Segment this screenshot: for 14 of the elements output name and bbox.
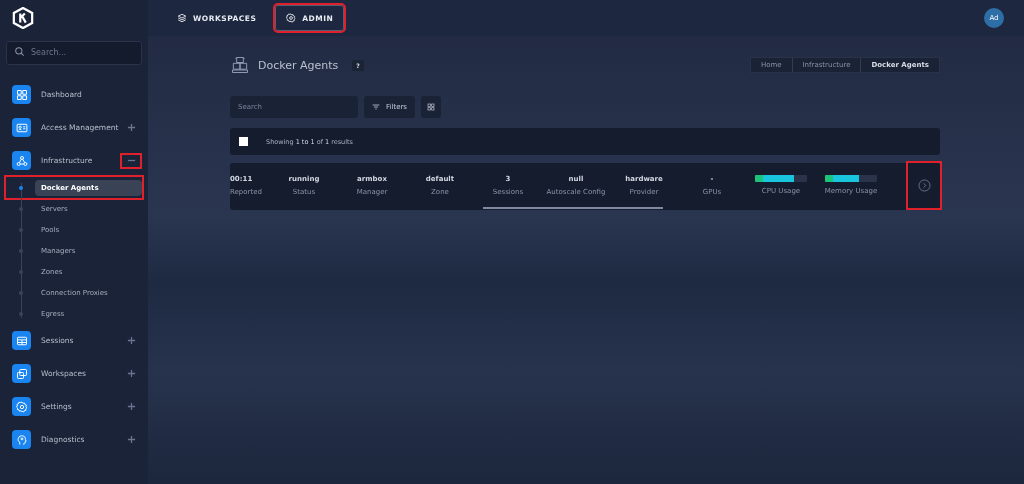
cubes-icon [230,55,250,75]
grid-view-button[interactable] [421,96,441,118]
collapse-icon[interactable] [122,154,140,167]
search-field[interactable]: Search... [6,40,142,65]
filter-icon [372,103,380,111]
grid-icon [427,103,435,111]
select-all-checkbox[interactable] [239,137,248,146]
details-button[interactable] [908,162,940,208]
page-title: Docker Agents [258,58,339,72]
logo-icon [12,7,34,29]
horizontal-scrollbar[interactable] [483,207,663,209]
settings-icon [286,13,297,23]
chevron-right-icon [917,178,931,192]
layers-icon [177,13,187,23]
